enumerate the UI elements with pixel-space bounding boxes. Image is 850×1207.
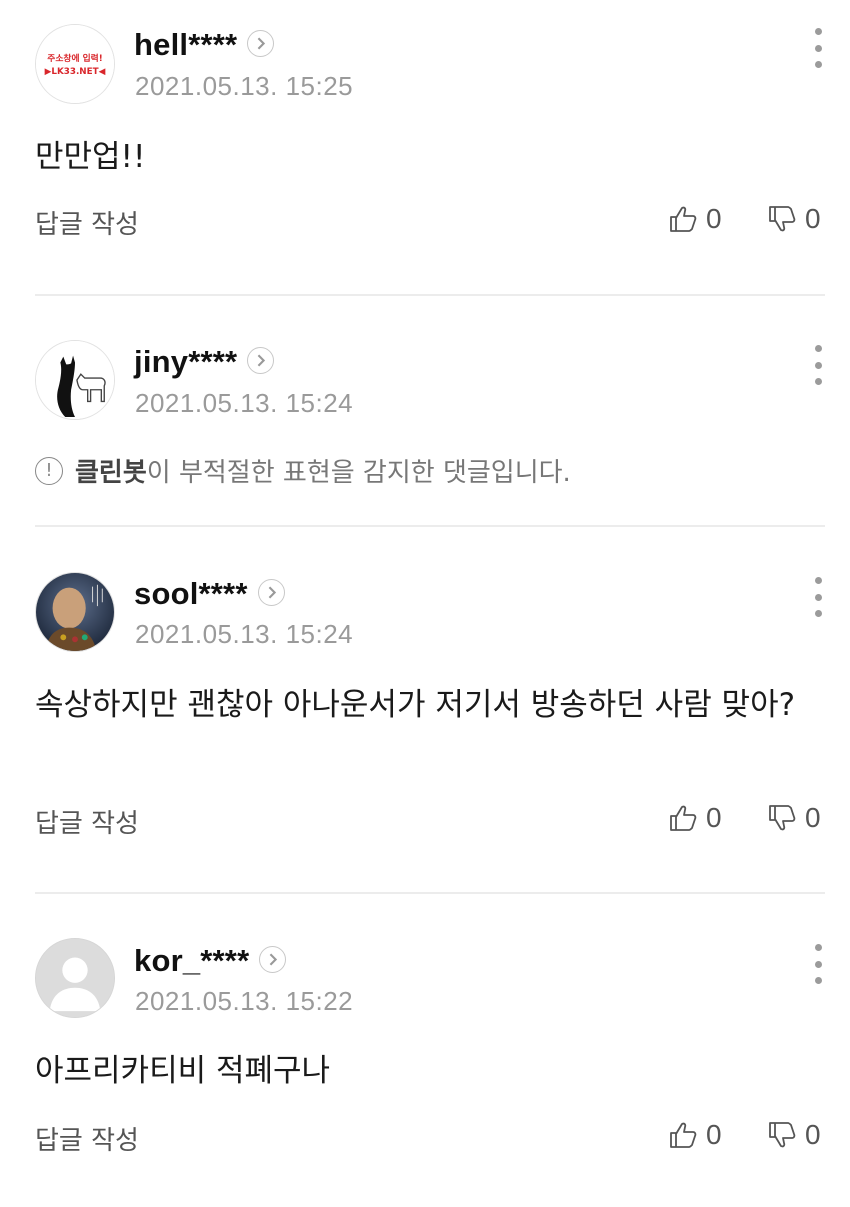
- cleanbot-label: 클린봇: [75, 458, 147, 488]
- comment-body: 만만업!!: [35, 139, 146, 175]
- cleanbot-message: 이 부적절한 표현을 감지한 댓글입니다.: [146, 458, 571, 488]
- username-text: hell****: [134, 27, 238, 62]
- default-user-icon: [36, 939, 114, 1017]
- chevron-right-icon[interactable]: [259, 946, 287, 974]
- username-text: jiny****: [134, 344, 238, 379]
- username[interactable]: sool****: [134, 576, 285, 612]
- avatar[interactable]: [35, 340, 115, 420]
- info-icon: !: [35, 456, 63, 485]
- reply-button[interactable]: 답글 작성: [35, 1120, 139, 1157]
- reply-button[interactable]: 답글 작성: [35, 803, 139, 840]
- thumbs-up-icon: [670, 1122, 697, 1148]
- avatar[interactable]: [35, 572, 115, 652]
- thumbs-up-icon: [670, 805, 697, 831]
- like-count: 0: [706, 802, 722, 833]
- cleanbot-notice: ! 클린봇 이 부적절한 표현을 감지한 댓글입니다.: [35, 452, 571, 489]
- more-options-icon[interactable]: [814, 345, 822, 385]
- chevron-right-icon[interactable]: [257, 579, 285, 607]
- more-options-icon[interactable]: [814, 28, 822, 68]
- thumbs-up-icon: [670, 206, 697, 232]
- timestamp: 2021.05.13. 15:24: [135, 619, 354, 649]
- thumbs-down-icon: [769, 1122, 796, 1148]
- chevron-right-icon[interactable]: [247, 30, 275, 58]
- dislike-count: 0: [805, 203, 821, 234]
- avatar-logo-line2: ▶LK33.NET◀: [45, 67, 106, 77]
- divider: [35, 892, 825, 894]
- more-options-icon[interactable]: [814, 944, 822, 984]
- divider: [35, 294, 825, 296]
- thumbs-down-icon: [769, 805, 796, 831]
- divider: [35, 525, 825, 527]
- avatar-logo-line1: 주소창에 입력!: [47, 52, 102, 64]
- dislike-button[interactable]: 0: [766, 203, 821, 235]
- username-text: kor_****: [134, 943, 250, 978]
- dislike-count: 0: [805, 802, 821, 833]
- username[interactable]: hell****: [134, 27, 275, 63]
- timestamp: 2021.05.13. 15:24: [135, 388, 354, 418]
- dislike-count: 0: [805, 1119, 821, 1150]
- thumbs-down-icon: [769, 206, 796, 232]
- like-button[interactable]: 0: [667, 802, 722, 834]
- like-button[interactable]: 0: [667, 1119, 722, 1151]
- chevron-right-icon[interactable]: [247, 347, 275, 375]
- dislike-button[interactable]: 0: [766, 1119, 821, 1151]
- avatar[interactable]: [35, 938, 115, 1018]
- more-options-icon[interactable]: [814, 577, 822, 617]
- reply-button[interactable]: 답글 작성: [35, 204, 139, 241]
- comment-body: 아프리카티비 적폐구나: [35, 1053, 331, 1089]
- like-button[interactable]: 0: [667, 203, 722, 235]
- avatar[interactable]: 주소창에 입력! ▶LK33.NET◀: [35, 24, 115, 104]
- comment-body: 속상하지만 괜찮아 아나운서가 저기서 방송하던 사람 맞아?: [35, 687, 796, 723]
- timestamp: 2021.05.13. 15:25: [135, 71, 354, 101]
- dislike-button[interactable]: 0: [766, 802, 821, 834]
- like-count: 0: [706, 203, 722, 234]
- like-count: 0: [706, 1119, 722, 1150]
- username-text: sool****: [134, 576, 248, 611]
- username[interactable]: jiny****: [134, 344, 275, 380]
- username[interactable]: kor_****: [134, 943, 287, 979]
- timestamp: 2021.05.13. 15:22: [135, 986, 354, 1016]
